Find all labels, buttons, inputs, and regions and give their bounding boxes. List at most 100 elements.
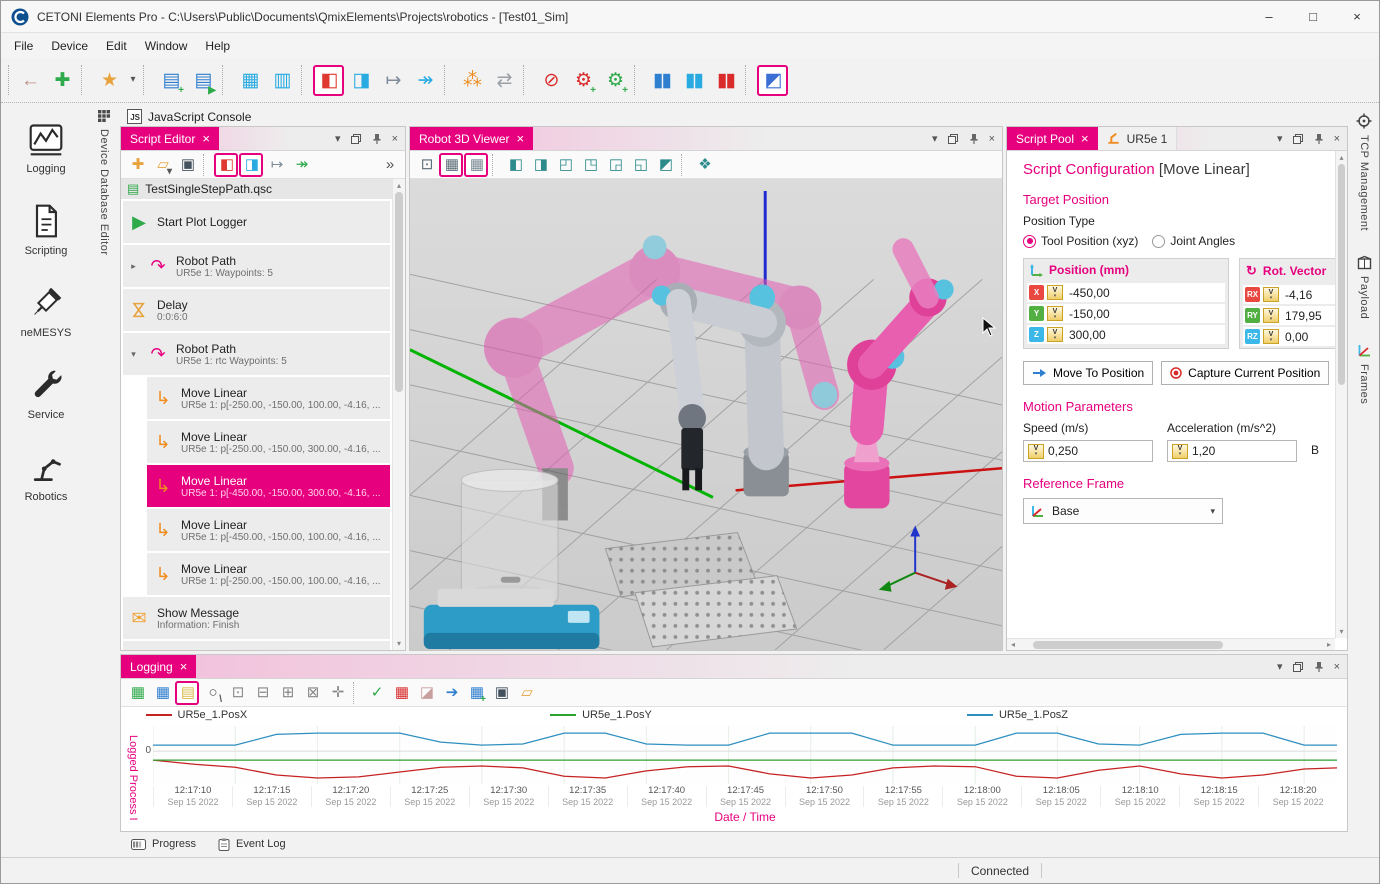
variable-dropdown[interactable]: V▾ xyxy=(1263,308,1279,323)
table-export-icon[interactable]: ▦ + xyxy=(464,681,488,705)
save-script-icon[interactable]: ▣ xyxy=(175,153,199,177)
open-script-icon[interactable]: ▱ ▾ xyxy=(150,153,174,177)
add-step-icon[interactable]: ✚ xyxy=(125,153,149,177)
scrollbar-thumb[interactable] xyxy=(395,192,403,392)
menu-item[interactable]: Window xyxy=(136,36,197,56)
script-editor-scrollbar[interactable]: ▴ ▾ xyxy=(392,179,405,650)
script-file-row[interactable]: ▤ TestSingleStepPath.qsc xyxy=(121,179,392,199)
close-panel-icon[interactable]: × xyxy=(392,133,398,145)
tab-logging[interactable]: Logging × xyxy=(121,655,196,678)
variable-dropdown[interactable]: V▾ xyxy=(1263,329,1279,344)
tab-javascript-console[interactable]: JS JavaScript Console xyxy=(121,106,263,127)
annotations-icon[interactable]: ▤ xyxy=(175,681,199,705)
tab-tcp-management[interactable]: TCP Management xyxy=(1356,113,1372,231)
view-iso-icon[interactable]: ◩ xyxy=(653,153,677,177)
view-back-icon[interactable]: ◨ xyxy=(528,153,552,177)
close-button[interactable]: × xyxy=(1335,1,1379,33)
step-over-icon[interactable]: ↦ xyxy=(264,153,288,177)
tab-progress[interactable]: Progress xyxy=(131,838,196,850)
tree-expander-icon[interactable]: ▸ xyxy=(127,261,140,272)
panel-menu-icon[interactable]: ▾ xyxy=(1277,660,1283,673)
view-bottom-icon[interactable]: ◱ xyxy=(628,153,652,177)
pin-panel-icon[interactable] xyxy=(1313,133,1325,145)
acceleration-field[interactable]: V▾ 1,20 xyxy=(1167,440,1297,462)
fill-level-stop-icon[interactable]: ▮▮ xyxy=(710,65,741,96)
view-fit-icon[interactable]: ⊡ xyxy=(414,153,438,177)
zoom-icon[interactable]: ○ \ xyxy=(200,681,224,705)
panel-menu-icon[interactable]: ▾ xyxy=(335,132,341,145)
close-tab-icon[interactable]: × xyxy=(517,132,525,145)
save-log-icon[interactable]: ▣ xyxy=(489,681,513,705)
script-step-row[interactable]: ✉ Show Message Information: Finish xyxy=(123,597,390,639)
add-module-green-icon[interactable]: ⚙ + xyxy=(599,65,630,96)
fill-level-alt-icon[interactable]: ▮▮ xyxy=(678,65,709,96)
open-log-icon[interactable]: ▱ xyxy=(514,681,538,705)
robot-3d-scene[interactable] xyxy=(410,179,1002,650)
script-step-row[interactable]: ↳ Move Linear UR5e 1: p[-450.00, -150.00… xyxy=(147,465,390,507)
move-to-position-button[interactable]: Move To Position xyxy=(1023,361,1153,385)
variable-dropdown[interactable]: V▾ xyxy=(1263,287,1279,302)
device-view-icon[interactable]: ▦ xyxy=(234,65,265,96)
script-step-row[interactable]: ↳ Move Linear UR5e 1: p[-250.00, -150.00… xyxy=(147,377,390,419)
grid-icon[interactable]: ▦ xyxy=(464,153,488,177)
float-panel-icon[interactable] xyxy=(1292,133,1304,145)
variable-dropdown[interactable]: V▾ xyxy=(1047,327,1063,342)
logging-chart[interactable] xyxy=(153,726,1337,784)
pin-panel-icon[interactable] xyxy=(968,133,980,145)
emergency-stop-icon[interactable]: ⊘ xyxy=(535,65,566,96)
projection-icon[interactable]: ▦ xyxy=(439,153,463,177)
sidebar-item-robotics[interactable]: Robotics xyxy=(1,449,91,503)
legend-item[interactable]: UR5e_1.PosX xyxy=(146,709,248,721)
script-step-row[interactable]: ▾ ↷ Robot Path UR5e 1: rtc Waypoints: 5 xyxy=(123,333,390,375)
pin-panel-icon[interactable] xyxy=(1313,661,1325,673)
float-panel-icon[interactable] xyxy=(947,133,959,145)
sidebar-item-nemesys[interactable]: neMESYS xyxy=(1,285,91,339)
script-pool-vscrollbar[interactable]: ▴ ▾ xyxy=(1335,151,1347,638)
position-type-radio[interactable]: Tool Position (xyz) xyxy=(1023,234,1138,248)
capture-current-position-button[interactable]: Capture Current Position xyxy=(1161,361,1329,385)
variable-dropdown[interactable]: V▾ xyxy=(1172,444,1188,459)
title-bar[interactable]: CETONI Elements Pro - C:\Users\Public\Do… xyxy=(1,1,1379,33)
view-right-icon[interactable]: ◳ xyxy=(578,153,602,177)
viewer-3d-icon[interactable]: ◩ xyxy=(757,65,788,96)
scene-objects-icon[interactable]: ❖ xyxy=(692,153,716,177)
step-into-icon[interactable]: ↠ xyxy=(289,153,313,177)
panel-menu-icon[interactable]: ▾ xyxy=(932,132,938,145)
script-stop-icon[interactable]: ◧ xyxy=(313,65,344,96)
script-step-row[interactable]: ▶ Start Plot Logger xyxy=(123,201,390,243)
scroll-up-icon[interactable]: ▴ xyxy=(1339,151,1343,164)
script-step-row[interactable]: ▸ ↷ Robot Path UR5e 1: Waypoints: 5 xyxy=(123,245,390,287)
view-top-icon[interactable]: ◲ xyxy=(603,153,627,177)
add-device-icon[interactable]: ✚ xyxy=(46,65,77,96)
speed-field[interactable]: V▾ 0,250 xyxy=(1023,440,1153,462)
view-left-icon[interactable]: ◰ xyxy=(553,153,577,177)
tab-ur5e-1[interactable]: UR5e 1 xyxy=(1098,127,1178,150)
close-panel-icon[interactable]: × xyxy=(1334,661,1340,673)
script-step-row[interactable]: ■ Stop Plot Logger xyxy=(123,641,390,650)
position-type-radio[interactable]: Joint Angles xyxy=(1152,234,1235,248)
eraser-icon[interactable]: ◪ xyxy=(414,681,438,705)
tab-frames[interactable]: Frames xyxy=(1357,343,1372,404)
menu-item[interactable]: Device xyxy=(42,36,97,56)
reference-frame-select[interactable]: Base ▾ xyxy=(1023,498,1223,524)
zoom-x-icon[interactable]: ⊟ xyxy=(250,681,274,705)
legend-item[interactable]: UR5e_1.PosZ xyxy=(967,709,1068,721)
menu-item[interactable]: Edit xyxy=(97,36,136,56)
maximize-button[interactable]: □ xyxy=(1291,1,1335,33)
sidebar-item-service[interactable]: Service xyxy=(1,367,91,421)
script-pause-icon[interactable]: ◨ xyxy=(345,65,376,96)
axis-value[interactable]: 179,95 xyxy=(1282,309,1322,323)
scroll-up-icon[interactable]: ▴ xyxy=(397,179,401,192)
axis-value[interactable]: -450,00 xyxy=(1066,286,1110,300)
nav-back-icon[interactable]: ← xyxy=(14,65,45,96)
export-icon[interactable]: ➔ xyxy=(439,681,463,705)
script-step-row[interactable]: ↳ Move Linear UR5e 1: p[-450.00, -150.00… xyxy=(147,509,390,551)
close-tab-icon[interactable]: × xyxy=(180,660,188,673)
float-panel-icon[interactable] xyxy=(1292,661,1304,673)
swap-arrows-icon[interactable]: ⇄ xyxy=(488,65,519,96)
tab-payload[interactable]: Payload xyxy=(1357,255,1372,319)
footsteps-icon[interactable]: ⁂ xyxy=(456,65,487,96)
device-list-icon[interactable]: ▥ xyxy=(266,65,297,96)
start-process-icon[interactable]: ▤ ▶ xyxy=(187,65,218,96)
panel-menu-icon[interactable]: ▾ xyxy=(1277,132,1283,145)
